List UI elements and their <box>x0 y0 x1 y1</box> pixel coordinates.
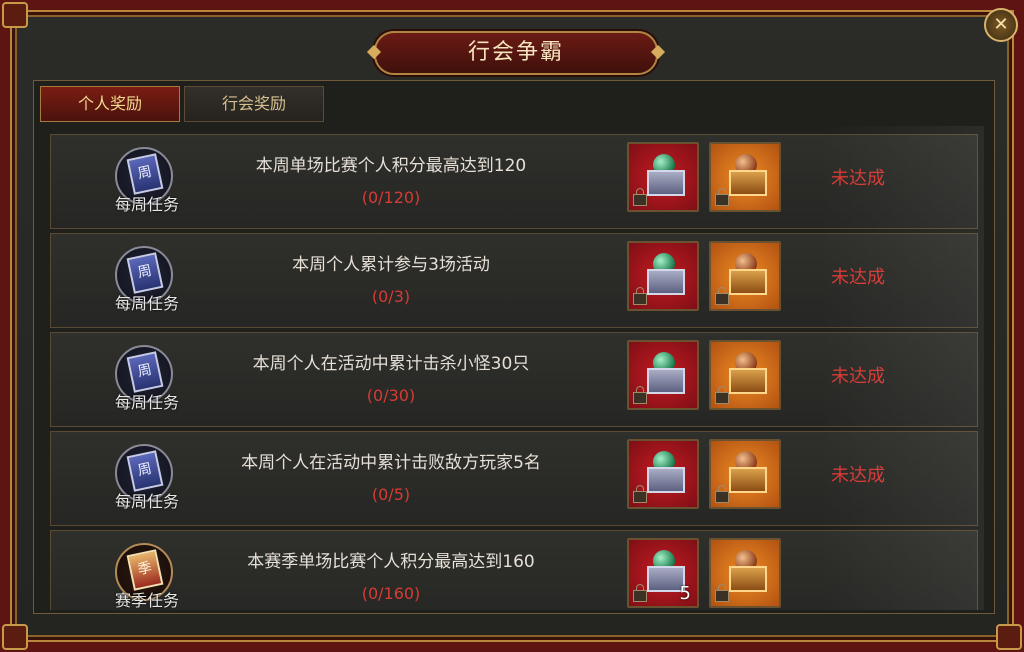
corner-ornament <box>996 624 1022 650</box>
task-row: 周 每周任务 本周个人累计参与3场活动 (0/3) 未达成 <box>50 233 978 328</box>
reward-slot[interactable] <box>709 142 781 212</box>
task-type-label: 赛季任务 <box>114 591 179 610</box>
lock-icon <box>715 287 729 305</box>
chest-icon <box>647 368 685 394</box>
lock-icon <box>633 287 647 305</box>
chest-icon <box>729 467 767 493</box>
task-row: 周 每周任务 本周单场比赛个人积分最高达到120 (0/120) 未达成 <box>50 134 978 229</box>
task-progress: (0/3) <box>371 287 411 306</box>
chest-icon <box>647 269 685 295</box>
reward-slot[interactable] <box>627 340 699 410</box>
lock-icon <box>715 485 729 503</box>
task-row: 季 赛季任务 本赛季单场比赛个人积分最高达到160 (0/160) 5 <box>50 530 978 610</box>
reward-slot[interactable] <box>627 241 699 311</box>
lock-icon <box>715 386 729 404</box>
task-progress: (0/5) <box>371 485 411 504</box>
task-description: 本周个人累计参与3场活动 <box>292 255 490 275</box>
lock-icon <box>633 188 647 206</box>
reward-slot[interactable]: 5 <box>627 538 699 608</box>
reward-slot[interactable] <box>709 439 781 509</box>
chest-icon <box>729 368 767 394</box>
task-list[interactable]: 周 每周任务 本周单场比赛个人积分最高达到120 (0/120) 未达成 周 每… <box>40 126 988 610</box>
task-type-label: 每周任务 <box>114 393 179 412</box>
reward-quantity: 5 <box>679 583 691 604</box>
chest-icon <box>647 170 685 196</box>
chest-icon <box>729 566 767 592</box>
chest-icon <box>647 467 685 493</box>
lock-icon <box>715 584 729 602</box>
lock-icon <box>715 188 729 206</box>
task-row: 周 每周任务 本周个人在活动中累计击败敌方玩家5名 (0/5) 未达成 <box>50 431 978 526</box>
task-status: 未达成 <box>831 267 885 288</box>
task-description: 本周个人在活动中累计击败敌方玩家5名 <box>241 453 541 473</box>
task-row: 周 每周任务 本周个人在活动中累计击杀小怪30只 (0/30) 未达成 <box>50 332 978 427</box>
tab-personal-rewards[interactable]: 个人奖励 <box>40 86 180 122</box>
reward-slot[interactable] <box>709 241 781 311</box>
task-type-label: 每周任务 <box>114 492 179 511</box>
task-description: 本周个人在活动中累计击杀小怪30只 <box>252 354 530 374</box>
chest-icon <box>729 170 767 196</box>
window-title: 行会争霸 <box>374 31 658 75</box>
lock-icon <box>633 485 647 503</box>
task-status: 未达成 <box>831 366 885 387</box>
lock-icon <box>633 386 647 404</box>
tab-guild-rewards[interactable]: 行会奖励 <box>184 86 324 122</box>
lock-icon <box>633 584 647 602</box>
task-status: 未达成 <box>831 168 885 189</box>
reward-slot[interactable] <box>709 340 781 410</box>
task-progress: (0/160) <box>361 584 421 603</box>
corner-ornament <box>2 2 28 28</box>
reward-slot[interactable] <box>709 538 781 608</box>
task-progress: (0/30) <box>366 386 416 405</box>
task-description: 本赛季单场比赛个人积分最高达到160 <box>247 552 535 572</box>
task-description: 本周单场比赛个人积分最高达到120 <box>255 156 527 176</box>
task-type-label: 每周任务 <box>114 294 179 313</box>
close-icon[interactable]: ✕ <box>984 8 1018 42</box>
reward-slot[interactable] <box>627 439 699 509</box>
corner-ornament <box>2 624 28 650</box>
task-progress: (0/120) <box>361 188 421 207</box>
task-status: 未达成 <box>831 465 885 486</box>
chest-icon <box>729 269 767 295</box>
reward-slot[interactable] <box>627 142 699 212</box>
task-type-label: 每周任务 <box>114 195 179 214</box>
